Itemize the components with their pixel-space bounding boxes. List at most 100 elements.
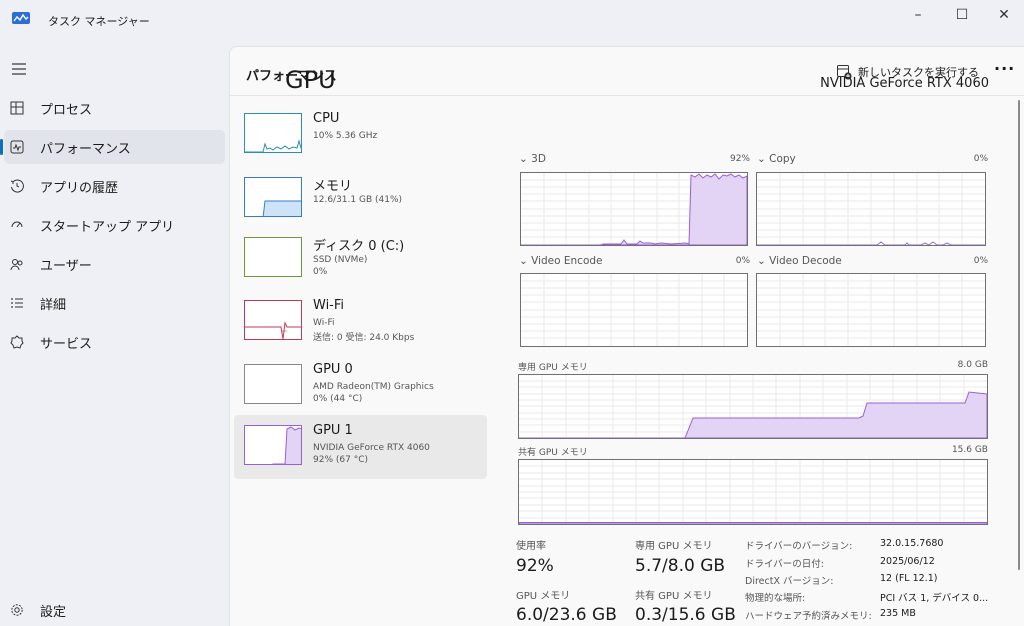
device-name: CPU bbox=[313, 111, 340, 126]
device-detail: 0% (44 °C) bbox=[313, 394, 363, 404]
directx-version-label: DirectX バージョン: bbox=[745, 576, 834, 587]
device-name: メモリ bbox=[313, 179, 353, 194]
usage-value: 92% bbox=[516, 556, 554, 576]
dedicated-memory-label: 専用 GPU メモリ bbox=[635, 541, 713, 552]
settings-gear-icon bbox=[8, 601, 26, 619]
driver-version-label: ドライバーのバージョン: bbox=[745, 541, 853, 552]
device-detail: 12.6/31.1 GB (41%) bbox=[313, 195, 403, 205]
device-item-memory[interactable]: メモリ 12.6/31.1 GB (41%) bbox=[234, 167, 487, 231]
wifi-thumbnail-graph bbox=[244, 300, 302, 340]
device-detail: SSD (NVMe) bbox=[313, 255, 368, 265]
device-item-gpu1[interactable]: GPU 1 NVIDIA GeForce RTX 4060 92% (67 °C… bbox=[234, 415, 487, 479]
services-icon bbox=[8, 333, 26, 351]
close-button[interactable]: ✕ bbox=[982, 0, 1024, 30]
device-item-cpu[interactable]: CPU 10% 5.36 GHz bbox=[234, 103, 487, 167]
device-name: GPU 1 bbox=[313, 423, 353, 438]
gpu-memory-value: 6.0/23.6 GB bbox=[516, 605, 617, 625]
nav-item-label: 詳細 bbox=[40, 297, 67, 313]
physical-location-value: PCI バス 1, デバイス 0... bbox=[880, 593, 989, 604]
nav-item-label: スタートアップ アプリ bbox=[40, 219, 175, 235]
graph-dedicated-memory bbox=[518, 374, 988, 439]
nav-item-label: ユーザー bbox=[40, 258, 92, 274]
nav-item-label: パフォーマンス bbox=[40, 141, 131, 157]
vertical-scrollbar[interactable] bbox=[1018, 100, 1020, 570]
graph-video-encode-label[interactable]: ⌄ Video Encode bbox=[519, 255, 603, 267]
device-detail: NVIDIA GeForce RTX 4060 bbox=[313, 443, 430, 453]
nav-item-performance[interactable]: パフォーマンス bbox=[0, 130, 225, 164]
graph-dedicated-memory-max: 8.0 GB bbox=[957, 360, 988, 370]
device-detail: 10% 5.36 GHz bbox=[313, 131, 378, 141]
gpu0-thumbnail-graph bbox=[244, 364, 302, 404]
nav-item-app-history[interactable]: アプリの履歴 bbox=[0, 169, 225, 203]
device-name: Wi-Fi bbox=[313, 298, 345, 313]
device-detail: 0% bbox=[313, 267, 328, 277]
graph-dedicated-memory-label: 専用 GPU メモリ bbox=[518, 363, 588, 373]
driver-date-label: ドライバーの日付: bbox=[745, 559, 825, 570]
driver-date-value: 2025/06/12 bbox=[880, 556, 935, 567]
nav-item-startup-apps[interactable]: スタートアップ アプリ bbox=[0, 208, 225, 242]
nav-item-label: プロセス bbox=[40, 102, 93, 118]
startup-icon bbox=[8, 216, 26, 234]
title-bar: タスク マネージャー – ☐ ✕ bbox=[0, 0, 1024, 40]
device-detail: 送信: 0 受信: 24.0 Kbps bbox=[313, 333, 415, 343]
graph-copy-name: Copy bbox=[769, 153, 796, 165]
nav-item-label: サービス bbox=[40, 336, 93, 352]
nav-item-settings[interactable]: 設定 bbox=[0, 593, 225, 626]
device-detail: AMD Radeon(TM) Graphics bbox=[313, 382, 434, 392]
nav-item-label: アプリの履歴 bbox=[40, 180, 119, 196]
graph-video-decode-percent: 0% bbox=[973, 256, 988, 266]
graph-video-decode-label[interactable]: ⌄ Video Decode bbox=[757, 255, 842, 267]
details-icon bbox=[8, 294, 26, 312]
graph-3d-name: 3D bbox=[531, 153, 546, 165]
gpu1-thumbnail-graph bbox=[244, 425, 302, 465]
minimize-button[interactable]: – bbox=[896, 0, 940, 30]
detail-title: GPU bbox=[285, 66, 336, 94]
graph-3d-percent: 92% bbox=[729, 154, 750, 164]
nav-item-services[interactable]: サービス bbox=[0, 325, 225, 359]
graph-3d bbox=[520, 172, 748, 246]
device-item-gpu0[interactable]: GPU 0 AMD Radeon(TM) Graphics 0% (44 °C) bbox=[234, 354, 487, 418]
nav-item-users[interactable]: ユーザー bbox=[0, 247, 225, 281]
driver-version-value: 32.0.15.7680 bbox=[880, 538, 944, 549]
shared-memory-value: 0.3/15.6 GB bbox=[635, 605, 736, 625]
maximize-button[interactable]: ☐ bbox=[940, 0, 984, 30]
app-title: タスク マネージャー bbox=[48, 15, 150, 28]
users-icon bbox=[8, 255, 26, 273]
graph-video-encode bbox=[520, 273, 748, 347]
reserved-memory-value: 235 MB bbox=[880, 608, 916, 619]
memory-thumbnail-graph bbox=[244, 177, 302, 217]
device-name: ディスク 0 (C:) bbox=[313, 239, 405, 254]
graph-copy-percent: 0% bbox=[973, 154, 988, 164]
device-detail: Wi-Fi bbox=[313, 318, 335, 328]
disk-thumbnail-graph bbox=[244, 237, 302, 277]
physical-location-label: 物理的な場所: bbox=[745, 593, 806, 604]
shared-memory-label: 共有 GPU メモリ bbox=[635, 591, 713, 602]
hamburger-menu-icon[interactable] bbox=[10, 60, 28, 78]
device-name: GPU 0 bbox=[313, 362, 353, 377]
processes-icon bbox=[8, 99, 26, 117]
graph-video-decode bbox=[756, 273, 986, 347]
graph-shared-memory-label: 共有 GPU メモリ bbox=[518, 448, 588, 458]
nav-item-processes[interactable]: プロセス bbox=[0, 91, 225, 125]
graph-video-encode-name: Video Encode bbox=[531, 255, 603, 267]
graph-3d-label[interactable]: ⌄ 3D bbox=[519, 153, 546, 165]
header-divider bbox=[230, 95, 1024, 96]
reserved-memory-label: ハードウェア予約済みメモリ: bbox=[745, 611, 872, 622]
more-options-button[interactable]: ··· bbox=[994, 59, 1015, 78]
nav-item-details[interactable]: 詳細 bbox=[0, 286, 225, 320]
cpu-thumbnail-graph bbox=[244, 113, 302, 153]
task-manager-app-icon bbox=[12, 12, 30, 24]
graph-copy-label[interactable]: ⌄ Copy bbox=[757, 153, 796, 165]
graph-shared-memory bbox=[518, 459, 988, 525]
performance-icon bbox=[8, 138, 26, 156]
device-item-wifi[interactable]: Wi-Fi Wi-Fi 送信: 0 受信: 24.0 Kbps bbox=[234, 290, 487, 354]
gpu-model-name: NVIDIA GeForce RTX 4060 bbox=[820, 76, 989, 91]
graph-copy bbox=[756, 172, 986, 246]
device-detail: 92% (67 °C) bbox=[313, 455, 368, 465]
usage-label: 使用率 bbox=[516, 541, 546, 552]
graph-shared-memory-max: 15.6 GB bbox=[951, 445, 988, 455]
device-item-disk[interactable]: ディスク 0 (C:) SSD (NVMe) 0% bbox=[234, 227, 487, 291]
directx-version-value: 12 (FL 12.1) bbox=[880, 573, 938, 584]
graph-video-decode-name: Video Decode bbox=[769, 255, 842, 267]
graph-video-encode-percent: 0% bbox=[735, 256, 750, 266]
